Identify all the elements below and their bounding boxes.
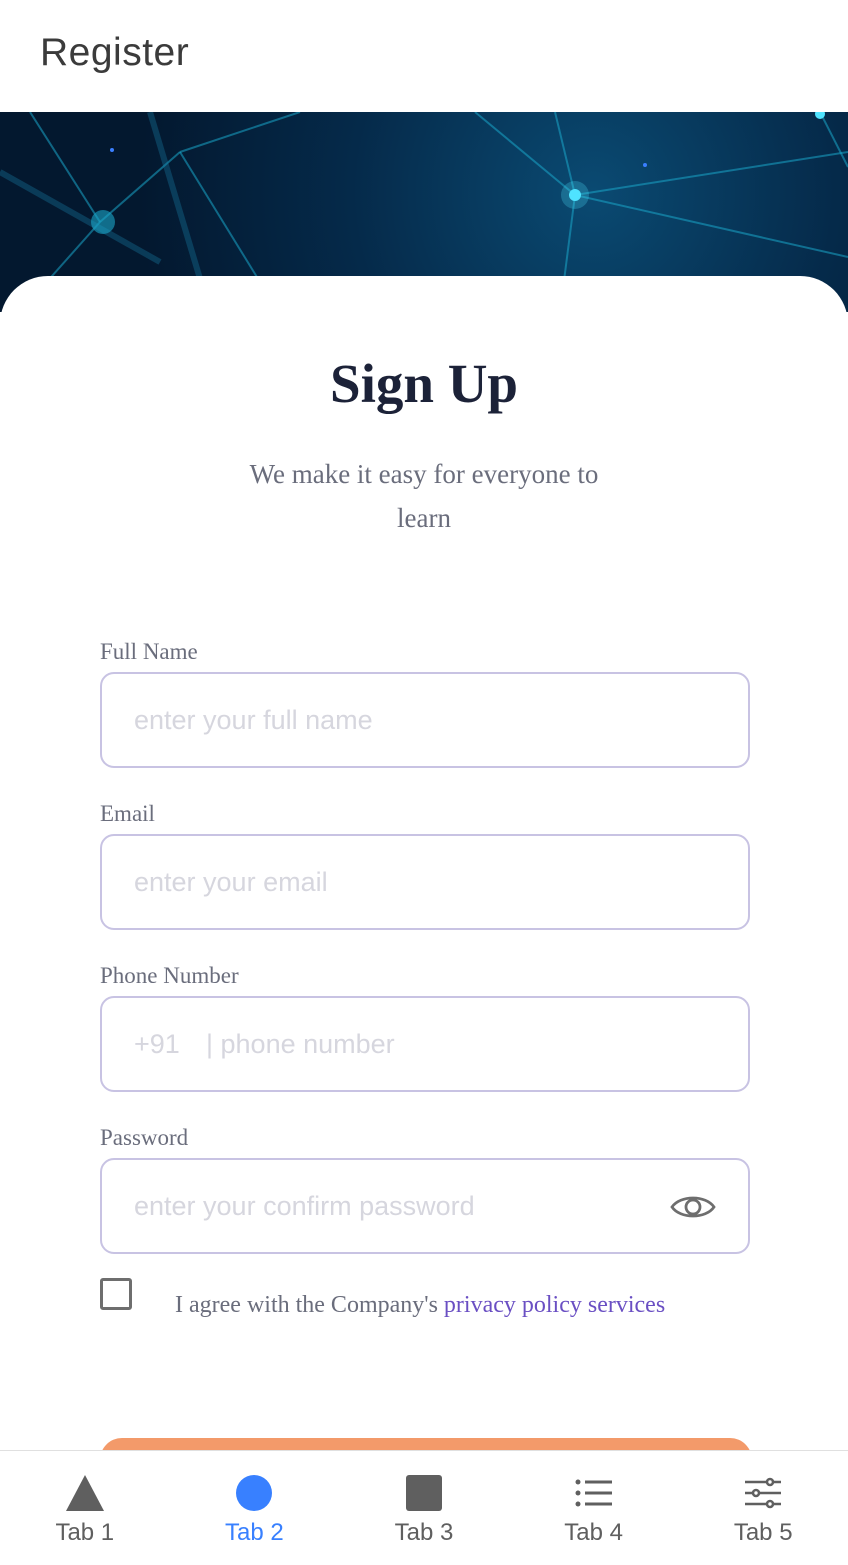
password-field[interactable] (100, 1158, 750, 1254)
sliders-icon (745, 1477, 782, 1509)
signup-card: Sign Up We make it easy for everyone to … (0, 276, 848, 1498)
list-icon (575, 1479, 612, 1507)
phone-label: Phone Number (100, 963, 239, 988)
tab-4[interactable]: Tab 4 (509, 1451, 679, 1565)
bottom-tab-bar: Tab 1 Tab 2 Tab 3 Tab 4 Tab 5 (0, 1450, 848, 1565)
app-header: Register (0, 0, 848, 112)
full-name-label: Full Name (100, 639, 198, 664)
country-code-prefix[interactable]: +91 (134, 998, 180, 1090)
full-name-field[interactable] (100, 672, 750, 768)
triangle-icon (65, 1475, 104, 1511)
tab-3[interactable]: Tab 3 (339, 1451, 509, 1565)
signup-heading: Sign Up (329, 353, 518, 414)
agree-checkbox[interactable] (100, 1278, 132, 1310)
signup-subtitle: We make it easy for everyone to learn (249, 459, 599, 533)
tab-3-label: Tab 3 (394, 1519, 454, 1546)
square-icon (405, 1475, 442, 1511)
tab-4-label: Tab 4 (564, 1519, 623, 1546)
tab-1[interactable]: Tab 1 (0, 1451, 170, 1565)
password-input[interactable] (134, 1160, 694, 1252)
phone-field[interactable]: +91 (100, 996, 750, 1092)
email-field[interactable] (100, 834, 750, 930)
circle-icon (236, 1475, 273, 1511)
full-name-input[interactable] (134, 674, 694, 766)
eye-icon[interactable] (670, 1190, 716, 1224)
tab-2-label: Tab 2 (225, 1519, 284, 1546)
page-title: Register (40, 31, 190, 74)
phone-input[interactable] (206, 998, 706, 1090)
privacy-policy-link[interactable]: privacy policy services (444, 1292, 665, 1318)
email-label: Email (100, 801, 155, 826)
agree-label: I agree with the Company's (175, 1292, 444, 1318)
password-label: Password (100, 1125, 189, 1150)
tab-1-label: Tab 1 (55, 1519, 115, 1546)
tab-5[interactable]: Tab 5 (678, 1451, 848, 1565)
tab-5-label: Tab 5 (733, 1519, 793, 1546)
tab-2[interactable]: Tab 2 (170, 1451, 340, 1565)
agree-text: I agree with the Company's privacy polic… (175, 1292, 665, 1319)
email-input[interactable] (134, 836, 694, 928)
